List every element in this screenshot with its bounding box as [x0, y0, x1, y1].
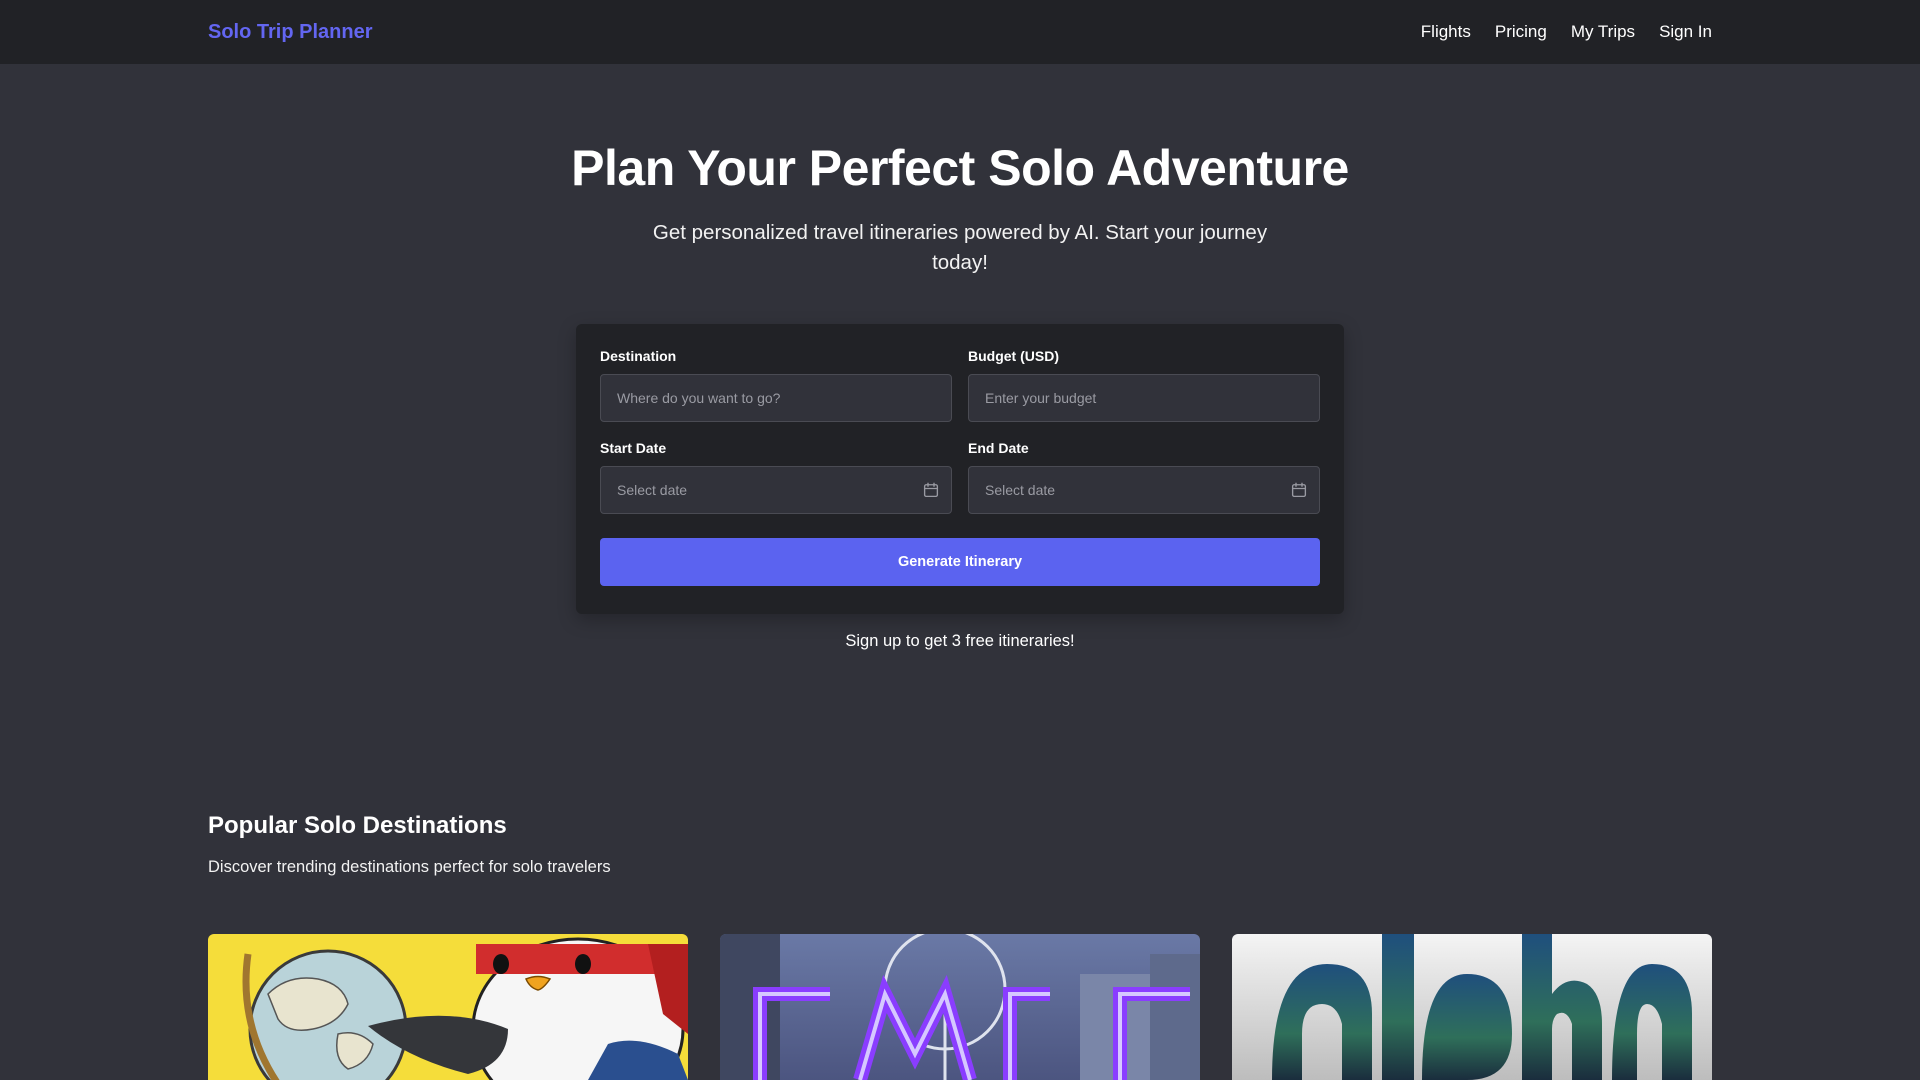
signup-note: Sign up to get 3 free itineraries! [845, 632, 1075, 650]
hero-section: Plan Your Perfect Solo Adventure Get per… [0, 128, 1920, 278]
hero-title: Plan Your Perfect Solo Adventure [571, 140, 1349, 196]
destination-card[interactable] [208, 934, 688, 1080]
top-navbar: Solo Trip Planner Flights Pricing My Tri… [0, 0, 1920, 64]
nav-flights[interactable]: Flights [1421, 22, 1471, 42]
destination-field: Destination [600, 348, 952, 422]
aloha-beach-image [1232, 934, 1712, 1080]
trip-planner-form: Destination Budget (USD) Start Date [576, 324, 1344, 614]
destination-cards [208, 934, 1712, 1080]
popular-subtitle: Discover trending destinations perfect f… [208, 858, 611, 876]
end-date-label: End Date [968, 440, 1029, 456]
budget-field: Budget (USD) [968, 348, 1320, 422]
start-date-field: Start Date [600, 440, 952, 514]
end-date-field: End Date [968, 440, 1320, 514]
destination-label: Destination [600, 348, 677, 364]
calendar-icon[interactable] [1290, 481, 1308, 499]
end-date-input-wrap [968, 466, 1320, 514]
penguin-globe-image [208, 934, 688, 1080]
budget-input-wrap [968, 374, 1320, 422]
destination-input-wrap [600, 374, 952, 422]
popular-title: Popular Solo Destinations [208, 812, 507, 839]
generate-itinerary-button[interactable]: Generate Itinerary [600, 538, 1320, 586]
hero-subtitle: Get personalized travel itineraries powe… [652, 221, 1268, 274]
nav-pricing[interactable]: Pricing [1495, 22, 1547, 42]
calendar-icon[interactable] [922, 481, 940, 499]
destination-card[interactable] [720, 934, 1200, 1080]
end-date-input[interactable] [968, 466, 1320, 514]
start-date-label: Start Date [600, 440, 667, 456]
start-date-input[interactable] [600, 466, 952, 514]
destination-card[interactable] [1232, 934, 1712, 1080]
budget-label: Budget (USD) [968, 348, 1059, 364]
start-date-input-wrap [600, 466, 952, 514]
ferris-wheel-city-image [720, 934, 1200, 1080]
popular-destinations-section: Popular Solo Destinations Discover trend… [208, 812, 611, 877]
form-grid: Destination Budget (USD) Start Date [600, 348, 1320, 514]
nav-sign-in[interactable]: Sign In [1659, 22, 1712, 42]
destination-input[interactable] [600, 374, 952, 422]
nav-my-trips[interactable]: My Trips [1571, 22, 1635, 42]
brand-logo-link[interactable]: Solo Trip Planner [208, 21, 372, 44]
budget-input[interactable] [968, 374, 1320, 422]
main-nav: Flights Pricing My Trips Sign In [1421, 22, 1712, 42]
